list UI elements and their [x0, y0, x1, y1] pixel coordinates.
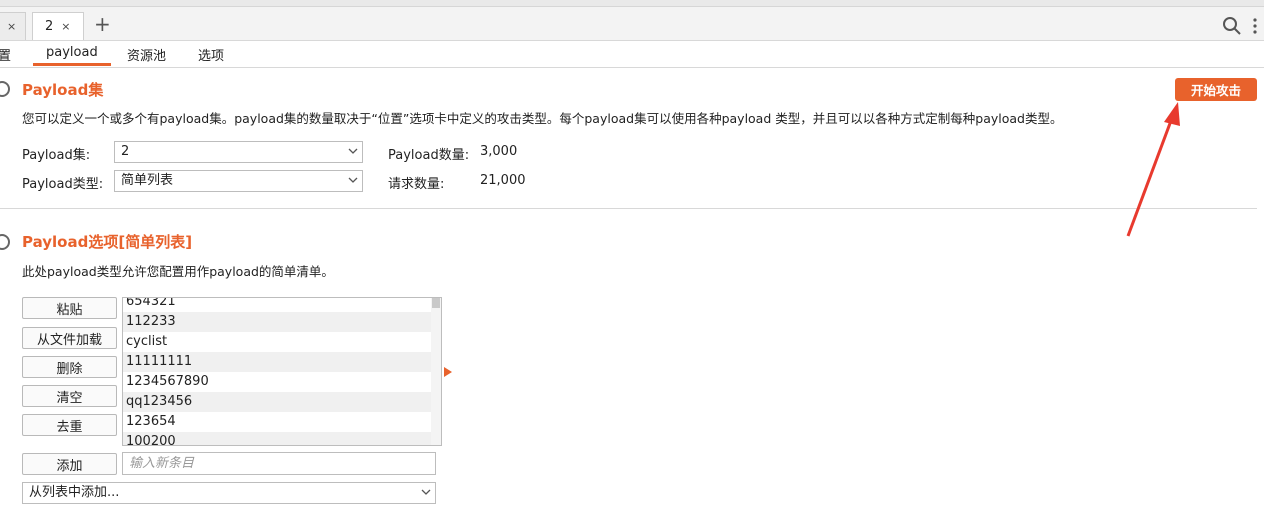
subtab-resource-pool[interactable]: 资源池 [127, 45, 166, 64]
scroll-thumb[interactable] [432, 298, 440, 308]
annotation-arrow-icon [1126, 102, 1180, 237]
payload-set-value: 2 [121, 144, 130, 159]
subtab-payload[interactable]: payload [46, 45, 98, 60]
remove-button[interactable]: 删除 [22, 356, 117, 378]
dedupe-button[interactable]: 去重 [22, 414, 117, 436]
section-divider [0, 208, 1257, 209]
payload-count-value: 3,000 [480, 144, 518, 159]
payload-type-label: Payload类型: [22, 177, 104, 192]
add-button[interactable]: 添加 [22, 453, 117, 475]
payload-count-label: Payload数量: [388, 148, 470, 163]
load-from-file-button[interactable]: 从文件加载 [22, 327, 117, 349]
expand-arrow-icon[interactable] [444, 367, 452, 377]
request-count-value: 21,000 [480, 173, 526, 188]
payload-options-title: Payload选项[简单列表] [22, 233, 193, 251]
subtab-bar: 置 payload 资源池 选项 [0, 41, 1264, 68]
payload-type-select[interactable]: 简单列表 [114, 170, 363, 192]
more-vert-icon[interactable] [1252, 16, 1258, 36]
clear-button[interactable]: 清空 [22, 385, 117, 407]
request-count-label: 请求数量: [388, 177, 445, 192]
payload-sets-title: Payload集 [22, 81, 104, 99]
tab-close-icon[interactable]: × [61, 20, 70, 33]
subtab-options[interactable]: 选项 [198, 45, 224, 64]
list-item[interactable]: qq123456 [123, 392, 431, 412]
list-item[interactable]: 11111111 [123, 352, 431, 372]
start-attack-button[interactable]: 开始攻击 [1175, 78, 1257, 101]
payload-set-label: Payload集: [22, 148, 91, 163]
subtab-positions[interactable]: 置 [0, 45, 11, 64]
list-item[interactable]: 112233 [123, 312, 431, 332]
list-item[interactable]: 100200 [123, 432, 431, 445]
chevron-down-icon [348, 147, 358, 155]
window-top-strip [0, 0, 1264, 7]
new-item-input[interactable]: 输入新条目 [122, 452, 436, 475]
new-tab-icon[interactable]: + [94, 13, 111, 35]
list-item[interactable]: 1234567890 [123, 372, 431, 392]
tab-2[interactable]: 2 × [32, 12, 84, 40]
chevron-down-icon [348, 176, 358, 184]
payload-sets-description: 您可以定义一个或多个有payload集。payload集的数量取决于“位置”选项… [22, 111, 1063, 126]
payload-options-description: 此处payload类型允许您配置用作payload的简单清单。 [22, 264, 334, 279]
tab-label: 2 [45, 19, 54, 34]
help-icon[interactable] [0, 81, 10, 97]
active-tab-indicator [33, 63, 111, 66]
add-from-list-value: 从列表中添加... [29, 485, 120, 500]
list-item[interactable]: 123654 [123, 412, 431, 432]
payload-type-value: 简单列表 [121, 173, 174, 188]
paste-button[interactable]: 粘贴 [22, 297, 117, 319]
list-item[interactable]: 654321 [123, 298, 431, 312]
tab-close-icon[interactable]: × [7, 20, 16, 33]
tab-1[interactable]: × [0, 12, 26, 40]
add-from-list-select[interactable]: 从列表中添加... [22, 482, 436, 504]
list-scrollbar[interactable] [431, 298, 441, 445]
search-icon[interactable] [1222, 16, 1242, 36]
list-item[interactable]: cyclist [123, 332, 431, 352]
tab-bar: × 2 × + [0, 7, 1264, 41]
payload-set-select[interactable]: 2 [114, 141, 363, 163]
help-icon[interactable] [0, 234, 10, 250]
chevron-down-icon [421, 488, 431, 496]
payload-list[interactable]: 654321 112233 cyclist 11111111 123456789… [122, 297, 442, 446]
